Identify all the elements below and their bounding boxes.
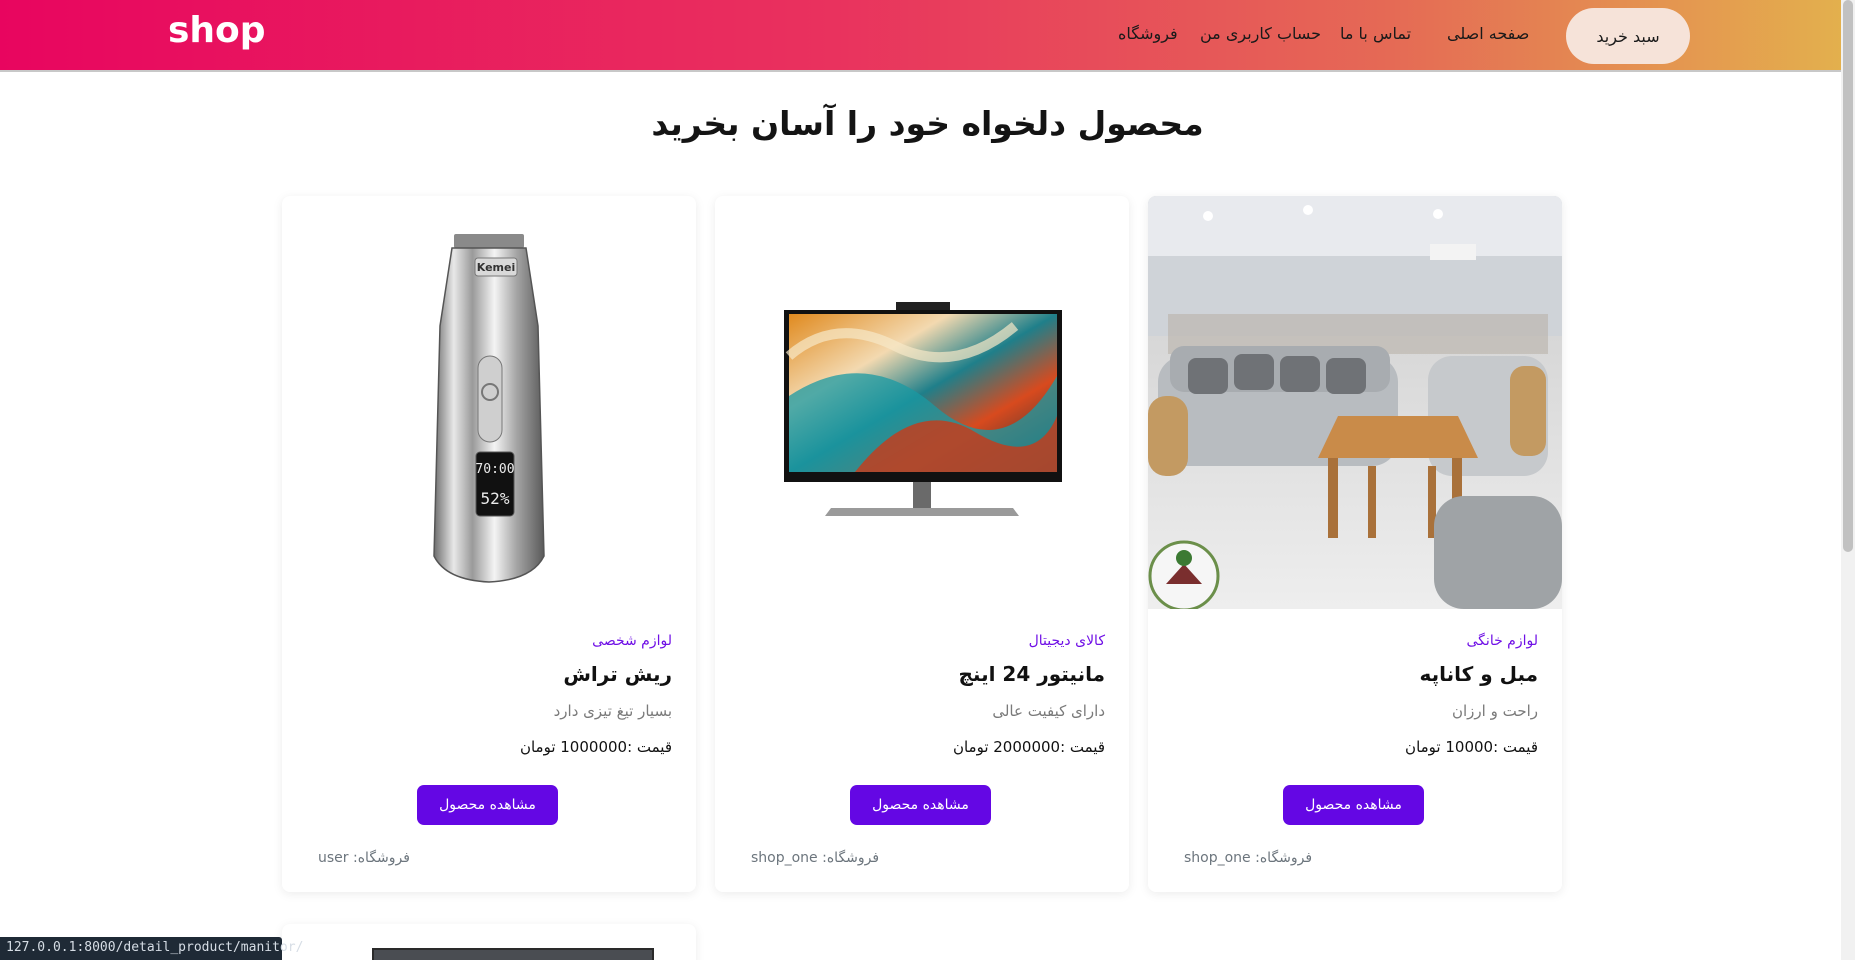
product-title: مانیتور 24 اینچ (958, 662, 1106, 686)
product-title: ریش تراش (563, 662, 672, 686)
scrollbar-track[interactable] (1841, 0, 1855, 960)
product-card-monitor: کالای دیجیتال مانیتور 24 اینچ دارای کیفی… (715, 196, 1129, 892)
cart-button[interactable]: سبد خرید (1566, 8, 1690, 64)
product-image-partial[interactable] (372, 948, 654, 960)
product-price: قیمت :2000000 تومان (952, 738, 1105, 756)
nav-links: فروشگاه حساب کاربری من تماس با ما صفحه ا… (1118, 24, 1568, 48)
product-seller: فروشگاه: shop_one (751, 850, 880, 866)
product-seller: فروشگاه: shop_one (1184, 850, 1313, 866)
product-category[interactable]: لوازم شخصی (592, 633, 672, 649)
scrollbar-thumb[interactable] (1843, 0, 1853, 552)
nav-link-contact[interactable]: تماس با ما (1340, 24, 1411, 43)
view-product-button[interactable]: مشاهده محصول (417, 785, 558, 825)
brand-logo[interactable]: shop (168, 10, 266, 51)
product-description: دارای کیفیت عالی (992, 702, 1105, 720)
page-title: محصول دلخواه خود را آسان بخرید (651, 104, 1204, 143)
status-url-bar: 127.0.0.1:8000/detail_product/manitor/ (0, 937, 303, 960)
product-category[interactable]: لوازم خانگی (1467, 633, 1538, 649)
nav-link-my-account[interactable]: حساب کاربری من (1200, 24, 1321, 43)
product-seller: فروشگاه: user (318, 850, 410, 866)
product-card-partial (282, 924, 696, 960)
product-description: راحت و ارزان (1451, 702, 1538, 720)
navbar: shop فروشگاه حساب کاربری من تماس با ما ص… (0, 0, 1855, 72)
view-product-button[interactable]: مشاهده محصول (850, 785, 991, 825)
product-price: قیمت :10000 تومان (1405, 738, 1538, 756)
product-category[interactable]: کالای دیجیتال (1029, 633, 1105, 649)
product-description: بسیار تیغ تیزی دارد (553, 702, 672, 720)
product-title: مبل و کاناپه (1419, 662, 1538, 686)
view-product-button[interactable]: مشاهده محصول (1283, 785, 1424, 825)
nav-link-home[interactable]: صفحه اصلی (1447, 24, 1529, 43)
nav-link-shop[interactable]: فروشگاه (1118, 24, 1178, 43)
product-card-trimmer: Kemei 70:00 52% لوازم شخصی ریش تراش بسیا… (282, 196, 696, 892)
product-price: قیمت :1000000 تومان (519, 738, 672, 756)
product-card-sofa: لوازم خانگی مبل و کاناپه راحت و ارزان قی… (1148, 196, 1562, 892)
